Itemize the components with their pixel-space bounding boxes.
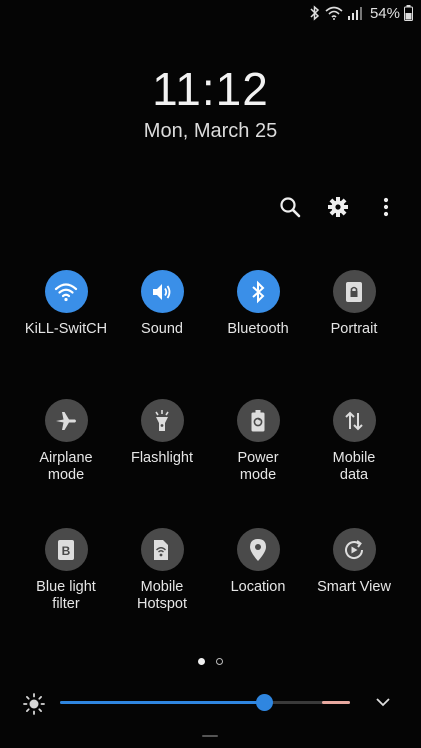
blue-light-filter-icon[interactable]: B [44,528,88,571]
power-mode-icon[interactable] [236,399,280,442]
tile-label: Blue light filter [36,579,96,612]
page-indicator [0,658,421,665]
tile-label: Power mode [237,450,279,483]
tile-label: Mobile Hotspot [137,579,187,612]
brightness-slider-fill [60,701,265,704]
smart-view-icon[interactable] [332,528,376,571]
panel-drag-handle[interactable] [202,735,218,737]
tile-mobile-hotspot[interactable]: Mobile Hotspot [114,528,210,613]
tile-power-mode[interactable]: Power mode [210,399,306,484]
svg-text:B: B [62,544,71,558]
brightness-slider-thumb[interactable] [256,694,274,711]
clock-date[interactable]: Mon, March 25 [0,120,421,143]
clock-time: 11:12 [152,63,269,115]
tile-label: KiLL-SwitCH [24,321,108,337]
wifi-icon [325,6,343,20]
tile-label: Mobile data [332,450,376,483]
cell-signal-icon [347,6,363,20]
brightness-slider[interactable] [60,694,350,711]
more-vertical-icon[interactable] [371,192,401,222]
battery-percent: 54% [369,4,400,22]
status-bar: 54% [0,0,421,26]
location-pin-icon[interactable] [236,528,280,571]
quick-settings-grid: KiLL-SwitCH Sound Bluetooth Portrait Air… [18,270,402,613]
airplane-icon[interactable] [44,399,88,442]
mobile-data-icon[interactable] [332,399,376,442]
wifi-icon[interactable] [44,270,88,313]
tile-label: Bluetooth [227,321,289,337]
sun-icon [22,692,46,721]
search-icon[interactable] [275,192,305,222]
brightness-slider-warm-zone [322,701,350,704]
speaker-icon[interactable] [140,270,184,313]
hotspot-icon[interactable] [140,528,184,571]
tile-wifi[interactable]: KiLL-SwitCH [18,270,114,355]
tile-airplane[interactable]: Airplane mode [18,399,114,484]
tile-label: Airplane mode [39,450,93,483]
tile-label: Sound [141,321,183,337]
page-dot-inactive[interactable] [216,658,223,665]
tile-sound[interactable]: Sound [114,270,210,355]
battery-icon [404,5,413,21]
tile-location[interactable]: Location [210,528,306,613]
portrait-lock-icon[interactable] [332,270,376,313]
tile-flashlight[interactable]: Flashlight [114,399,210,484]
gear-icon[interactable] [323,192,353,222]
bluetooth-icon [309,5,321,21]
brightness-control [0,688,421,718]
chevron-down-icon[interactable] [375,694,391,715]
tile-label: Portrait [330,321,378,337]
page-dot-active[interactable] [198,658,205,665]
tile-label: Flashlight [130,450,194,466]
tile-smart-view[interactable]: Smart View [306,528,402,613]
tile-label: Smart View [317,579,391,595]
tile-label: Location [230,579,286,595]
panel-actions [275,192,401,222]
tile-mobile-data[interactable]: Mobile data [306,399,402,484]
tile-bluetooth[interactable]: Bluetooth [210,270,306,355]
bluetooth-icon[interactable] [236,270,280,313]
flashlight-icon[interactable] [140,399,184,442]
tile-portrait[interactable]: Portrait [306,270,402,355]
tile-blue-light-filter[interactable]: B Blue light filter [18,528,114,613]
